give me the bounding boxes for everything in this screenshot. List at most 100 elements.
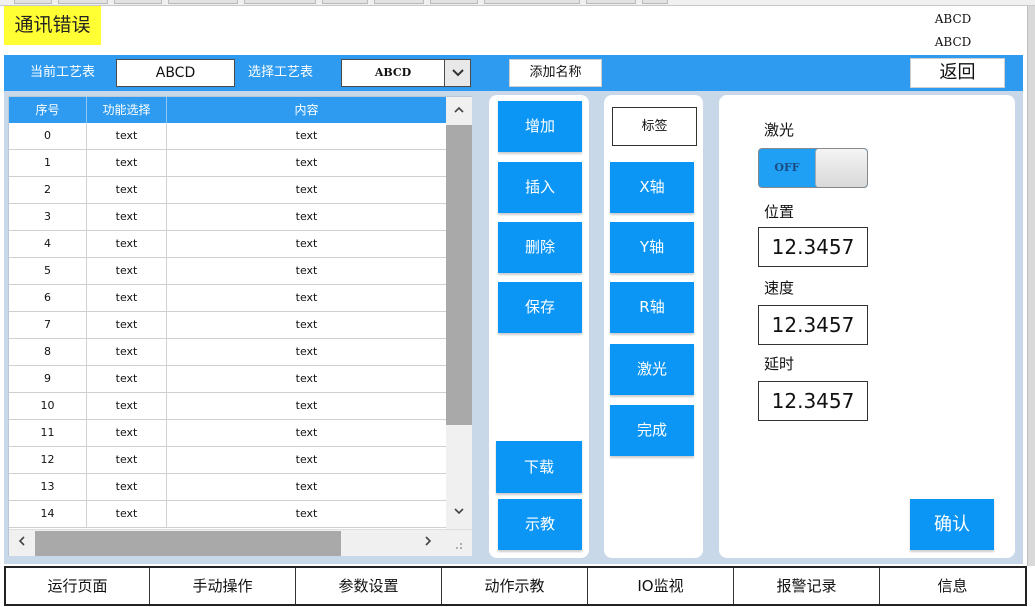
- table-row[interactable]: 8 text text: [9, 339, 446, 366]
- cell-function: text: [87, 339, 167, 365]
- top-strip-tab[interactable]: [168, 0, 238, 4]
- y-axis-button[interactable]: Y轴: [610, 222, 694, 273]
- table-row[interactable]: 1 text text: [9, 150, 446, 177]
- table-row[interactable]: 14 text text: [9, 501, 446, 528]
- table-row[interactable]: 10 text text: [9, 393, 446, 420]
- table-row[interactable]: 7 text text: [9, 312, 446, 339]
- add-name-button[interactable]: 添加名称: [509, 59, 602, 87]
- vertical-scroll-thumb[interactable]: [446, 125, 472, 425]
- communication-error-badge: 通讯错误: [4, 6, 101, 45]
- done-button[interactable]: 完成: [610, 405, 694, 456]
- table-row[interactable]: 13 text text: [9, 474, 446, 501]
- current-table-field: ABCD: [116, 59, 235, 87]
- position-input[interactable]: 12.3457: [758, 227, 868, 267]
- corner-label-top: ABCD: [934, 12, 972, 26]
- vertical-scrollbar[interactable]: [446, 97, 472, 529]
- cell-content: text: [295, 480, 318, 493]
- bottom-navigation: 运行页面 手动操作 参数设置 动作示教 IO监视 报警记录 信息: [4, 566, 1027, 606]
- top-strip-tab[interactable]: [244, 0, 316, 4]
- cell-function: text: [87, 447, 167, 473]
- toolbar: 当前工艺表 ABCD 选择工艺表 ABCD 添加名称 返回: [4, 55, 1023, 91]
- nav-action-teaching[interactable]: 动作示教: [442, 568, 588, 604]
- chevron-down-icon[interactable]: [444, 60, 470, 86]
- cell-function: text: [87, 366, 167, 392]
- top-strip-tab[interactable]: [322, 0, 368, 4]
- cell-index: 12: [9, 447, 87, 473]
- table-row[interactable]: 4 text text: [9, 231, 446, 258]
- cell-content: text: [295, 399, 318, 412]
- laser-button[interactable]: 激光: [610, 344, 694, 395]
- horizontal-scroll-thumb[interactable]: [35, 531, 341, 556]
- cell-content: text: [295, 426, 318, 439]
- cell-function: text: [87, 501, 167, 527]
- table-row[interactable]: 6 text text: [9, 285, 446, 312]
- speed-input[interactable]: 12.3457: [758, 305, 868, 345]
- horizontal-scrollbar[interactable]: [9, 529, 472, 556]
- cell-function: text: [87, 258, 167, 284]
- table-row[interactable]: 0 text text: [9, 123, 446, 150]
- header-function: 功能选择: [87, 97, 167, 123]
- x-axis-button[interactable]: X轴: [610, 162, 694, 213]
- top-strip-tab[interactable]: [586, 0, 636, 4]
- nav-io-monitor[interactable]: IO监视: [588, 568, 734, 604]
- scroll-down-icon[interactable]: [446, 500, 472, 526]
- r-axis-button[interactable]: R轴: [610, 282, 694, 333]
- top-strip-tab[interactable]: [484, 0, 580, 4]
- scroll-right-icon[interactable]: [415, 530, 441, 556]
- scroll-left-icon[interactable]: [9, 530, 35, 556]
- back-button[interactable]: 返回: [910, 58, 1005, 88]
- table-row[interactable]: 2 text text: [9, 177, 446, 204]
- cell-index: 0: [9, 123, 87, 149]
- scroll-up-icon[interactable]: [446, 99, 472, 125]
- table-row[interactable]: 9 text text: [9, 366, 446, 393]
- insert-button[interactable]: 插入: [498, 162, 582, 213]
- cell-index: 11: [9, 420, 87, 446]
- table-row[interactable]: 3 text text: [9, 204, 446, 231]
- nav-manual-operation[interactable]: 手动操作: [150, 568, 296, 604]
- top-strip-tab[interactable]: [114, 0, 162, 4]
- top-strip-tab[interactable]: [642, 0, 668, 4]
- header-content: 内容: [294, 103, 319, 117]
- confirm-button[interactable]: 确认: [910, 499, 994, 550]
- speed-label: 速度: [764, 279, 795, 297]
- process-table: 序号 功能选择 内容 0 text text 1 text text 2 text text…: [8, 96, 472, 556]
- cell-content: text: [295, 318, 318, 331]
- top-strip-tab[interactable]: [58, 0, 108, 4]
- nav-info[interactable]: 信息: [880, 568, 1025, 604]
- top-strip-tab[interactable]: [430, 0, 478, 4]
- cell-index: 6: [9, 285, 87, 311]
- cell-index: 14: [9, 501, 87, 527]
- nav-run-page[interactable]: 运行页面: [6, 568, 150, 604]
- table-row[interactable]: 11 text text: [9, 420, 446, 447]
- select-table-value: ABCD: [374, 66, 412, 79]
- cell-function: text: [87, 123, 167, 149]
- cell-function: text: [87, 204, 167, 230]
- nav-parameter-settings[interactable]: 参数设置: [296, 568, 442, 604]
- cell-content: text: [295, 210, 318, 223]
- cell-content: text: [295, 264, 318, 277]
- delay-input[interactable]: 12.3457: [758, 381, 868, 421]
- nav-alarm-log[interactable]: 报警记录: [734, 568, 880, 604]
- laser-toggle[interactable]: OFF: [758, 148, 868, 188]
- toggle-knob[interactable]: [815, 149, 867, 187]
- top-strip-tab[interactable]: [374, 0, 424, 4]
- cell-index: 2: [9, 177, 87, 203]
- resize-grip-icon[interactable]: [449, 536, 465, 552]
- download-button[interactable]: 下载: [496, 441, 582, 493]
- table-header: 序号 功能选择 内容: [9, 97, 446, 123]
- cell-content: text: [295, 372, 318, 385]
- cell-function: text: [87, 420, 167, 446]
- teach-button[interactable]: 示教: [498, 499, 582, 550]
- cell-index: 4: [9, 231, 87, 257]
- top-strip-tab[interactable]: [14, 0, 52, 4]
- cell-index: 10: [9, 393, 87, 419]
- select-table-dropdown[interactable]: ABCD: [341, 59, 471, 87]
- table-row[interactable]: 5 text text: [9, 258, 446, 285]
- cell-function: text: [87, 474, 167, 500]
- add-button[interactable]: 增加: [498, 101, 582, 152]
- table-row[interactable]: 12 text text: [9, 447, 446, 474]
- laser-toggle-state: OFF: [774, 161, 800, 174]
- save-button[interactable]: 保存: [498, 282, 582, 333]
- delete-button[interactable]: 删除: [498, 222, 582, 273]
- laser-label: 激光: [764, 121, 795, 139]
